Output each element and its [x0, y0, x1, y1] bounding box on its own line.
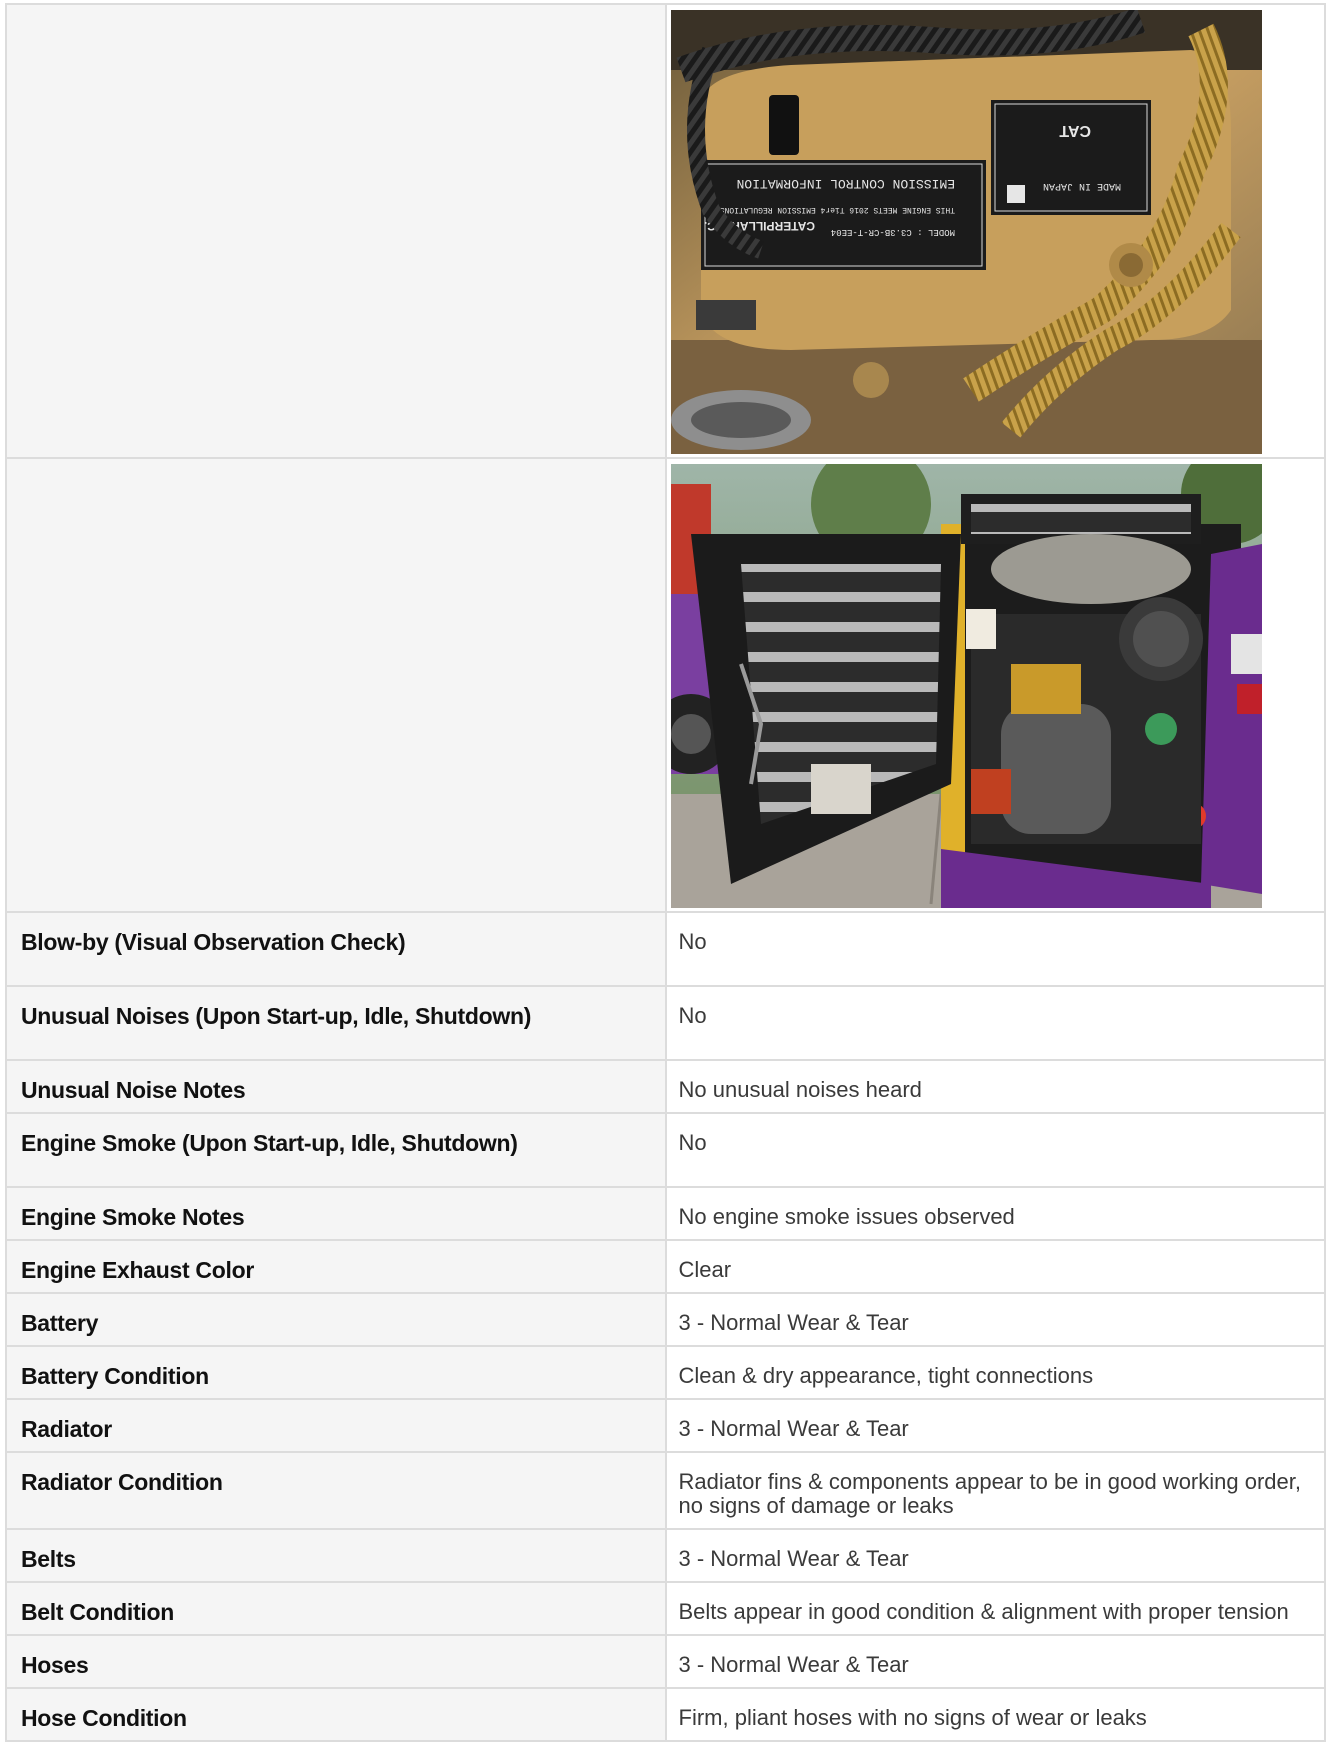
- row-label: Radiator Condition: [5, 1451, 667, 1530]
- photo-cell: [664, 457, 1326, 913]
- engine-bay-photo[interactable]: [670, 464, 1262, 908]
- emission-title-text: EMISSION CONTROL INFORMATION: [736, 176, 954, 191]
- emission-meets-text: THIS ENGINE MEETS 2016 Tier4 EMISSION RE…: [719, 205, 954, 214]
- inspection-report: EMISSION CONTROL INFORMATION THIS ENGINE…: [5, 3, 1326, 1742]
- photo-cell: EMISSION CONTROL INFORMATION THIS ENGINE…: [664, 3, 1326, 459]
- table-row: Unusual Noises (Upon Start-up, Idle, Shu…: [5, 985, 1326, 1061]
- row-value: 3 - Normal Wear & Tear: [664, 1292, 1326, 1347]
- row-label: Belts: [5, 1528, 667, 1583]
- table-row: Blow-by (Visual Observation Check) No: [5, 911, 1326, 987]
- plate-brand-text: CAT: [1059, 122, 1091, 139]
- row-label: Blow-by (Visual Observation Check): [5, 911, 667, 987]
- table-row: Belt Condition Belts appear in good cond…: [5, 1581, 1326, 1636]
- row-value: No: [664, 985, 1326, 1061]
- row-value: 3 - Normal Wear & Tear: [664, 1398, 1326, 1453]
- row-value: Clear: [664, 1239, 1326, 1294]
- photo-row: [5, 457, 1326, 913]
- row-label: Engine Smoke Notes: [5, 1186, 667, 1241]
- row-label: Engine Smoke (Upon Start-up, Idle, Shutd…: [5, 1112, 667, 1188]
- row-value: No engine smoke issues observed: [664, 1186, 1326, 1241]
- table-row: Radiator 3 - Normal Wear & Tear: [5, 1398, 1326, 1453]
- row-value: Firm, pliant hoses with no signs of wear…: [664, 1687, 1326, 1742]
- emission-label: EMISSION CONTROL INFORMATION THIS ENGINE…: [700, 160, 986, 270]
- table-row: Belts 3 - Normal Wear & Tear: [5, 1528, 1326, 1583]
- table-row: Battery Condition Clean & dry appearance…: [5, 1345, 1326, 1400]
- row-label: Radiator: [5, 1398, 667, 1453]
- row-label: Engine Exhaust Color: [5, 1239, 667, 1294]
- table-row: Radiator Condition Radiator fins & compo…: [5, 1451, 1326, 1530]
- photo-row: EMISSION CONTROL INFORMATION THIS ENGINE…: [5, 3, 1326, 459]
- table-row: Hose Condition Firm, pliant hoses with n…: [5, 1687, 1326, 1742]
- row-label: Hoses: [5, 1634, 667, 1689]
- table-row: Battery 3 - Normal Wear & Tear: [5, 1292, 1326, 1347]
- inspection-table: EMISSION CONTROL INFORMATION THIS ENGINE…: [5, 3, 1326, 1742]
- row-label: Hose Condition: [5, 1687, 667, 1742]
- table-row: Unusual Noise Notes No unusual noises he…: [5, 1059, 1326, 1114]
- row-value: Clean & dry appearance, tight connection…: [664, 1345, 1326, 1400]
- model-plate: MADE IN JAPAN CAT: [990, 100, 1151, 215]
- row-label: Unusual Noises (Upon Start-up, Idle, Shu…: [5, 985, 667, 1061]
- photo-label-cell: [5, 3, 667, 459]
- plate-made-in-text: MADE IN JAPAN: [1042, 180, 1120, 191]
- emission-model-text: MODEL : C3.3B-CR-T-EE04: [830, 227, 954, 237]
- row-label: Unusual Noise Notes: [5, 1059, 667, 1114]
- row-value: No unusual noises heard: [664, 1059, 1326, 1114]
- table-row: Engine Smoke Notes No engine smoke issue…: [5, 1186, 1326, 1241]
- row-label: Battery Condition: [5, 1345, 667, 1400]
- row-value: Belts appear in good condition & alignme…: [664, 1581, 1326, 1636]
- table-row: Hoses 3 - Normal Wear & Tear: [5, 1634, 1326, 1689]
- row-value: 3 - Normal Wear & Tear: [664, 1528, 1326, 1583]
- row-label: Belt Condition: [5, 1581, 667, 1636]
- row-value: 3 - Normal Wear & Tear: [664, 1634, 1326, 1689]
- row-label: Battery: [5, 1292, 667, 1347]
- row-value: No: [664, 911, 1326, 987]
- row-value: No: [664, 1112, 1326, 1188]
- table-row: Engine Smoke (Upon Start-up, Idle, Shutd…: [5, 1112, 1326, 1188]
- table-row: Engine Exhaust Color Clear: [5, 1239, 1326, 1294]
- row-value: Radiator fins & components appear to be …: [664, 1451, 1326, 1530]
- engine-label-photo[interactable]: EMISSION CONTROL INFORMATION THIS ENGINE…: [670, 10, 1262, 454]
- photo-label-cell: [5, 457, 667, 913]
